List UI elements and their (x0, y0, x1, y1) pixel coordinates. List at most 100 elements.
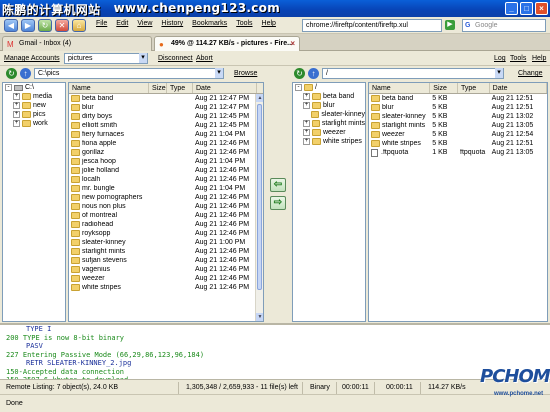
browse-button[interactable]: Browse (234, 70, 257, 77)
table-row[interactable]: sufjan stevens Aug 21 12:46 PM (69, 256, 263, 265)
table-row[interactable]: white stripes Aug 21 12:46 PM (69, 283, 263, 292)
remote-tree-node[interactable]: + beta band (293, 92, 365, 101)
abort-button[interactable]: Abort (196, 55, 213, 62)
col-size[interactable]: Size (149, 83, 167, 93)
collapse-icon[interactable]: - (295, 84, 302, 91)
table-row[interactable]: nous non plus Aug 21 12:46 PM (69, 202, 263, 211)
expand-icon[interactable]: + (303, 138, 310, 145)
expand-icon[interactable]: + (303, 120, 310, 127)
forward-icon[interactable]: ▶ (21, 19, 35, 32)
download-arrow-button[interactable]: ⇦ (270, 178, 286, 192)
expand-icon[interactable]: + (303, 93, 310, 100)
log-button[interactable]: Log (494, 55, 506, 62)
remote-path-input[interactable]: / (322, 68, 504, 79)
go-icon[interactable]: ▶ (445, 20, 455, 30)
menu-view[interactable]: View (137, 20, 152, 27)
menu-bookmarks[interactable]: Bookmarks (192, 20, 227, 27)
col-name[interactable]: Name (369, 83, 431, 93)
upload-arrow-button[interactable]: ⇨ (270, 196, 286, 210)
account-select[interactable]: pictures (64, 53, 148, 64)
col-size[interactable]: Size (430, 83, 458, 93)
change-button[interactable]: Change (518, 70, 543, 77)
table-row[interactable]: elliott smith Aug 21 12:45 PM (69, 121, 263, 130)
remote-folder-tree[interactable]: - / + beta band + blur sleater-kinney + starligh… (292, 82, 366, 322)
tab-gmail[interactable]: M Gmail - Inbox (4) (2, 36, 152, 51)
remote-tree-node[interactable]: + blur (293, 101, 365, 110)
url-bar[interactable]: chrome://fireftp/content/fireftp.xul (302, 19, 442, 32)
local-tree-node[interactable]: + work (3, 119, 65, 128)
local-parent-icon[interactable]: ↑ (20, 68, 31, 79)
menu-history[interactable]: History (161, 20, 183, 27)
search-input[interactable]: G Google (462, 19, 546, 32)
local-refresh-icon[interactable]: ↻ (6, 68, 17, 79)
table-row[interactable]: gorillaz Aug 21 12:46 PM (69, 148, 263, 157)
table-row[interactable]: blur Aug 21 12:47 PM (69, 103, 263, 112)
menu-help[interactable]: Help (262, 20, 276, 27)
scroll-up-icon[interactable]: ▲ (256, 94, 263, 102)
remote-tree-node[interactable]: sleater-kinney (293, 110, 365, 119)
menu-tools[interactable]: Tools (236, 20, 252, 27)
table-row[interactable]: fiery furnaces Aug 21 1:04 PM (69, 130, 263, 139)
remote-tree-node[interactable]: - / (293, 83, 365, 92)
scroll-thumb[interactable] (257, 104, 262, 290)
home-icon[interactable]: ⌂ (72, 19, 86, 32)
expand-icon[interactable]: + (13, 111, 20, 118)
expand-icon[interactable]: + (13, 120, 20, 127)
scroll-down-icon[interactable]: ▼ (256, 313, 263, 321)
table-row[interactable]: blur 5 KB Aug 21 12:51 (369, 103, 547, 112)
remote-parent-icon[interactable]: ↑ (308, 68, 319, 79)
local-path-input[interactable]: C:\pics (34, 68, 224, 79)
maximize-button[interactable]: □ (520, 2, 533, 15)
local-tree-node[interactable]: + media (3, 92, 65, 101)
local-file-list[interactable]: Name Size Type Date beta band Aug 21 12:4… (68, 82, 264, 322)
tab-fireftp[interactable]: ● 49% @ 114.27 KB/s - pictures - Fire...… (154, 36, 300, 51)
tools-button[interactable]: Tools (510, 55, 526, 62)
expand-icon[interactable]: + (13, 102, 20, 109)
stop-icon[interactable]: ✕ (55, 19, 69, 32)
table-row[interactable]: starlight mints Aug 21 12:46 PM (69, 247, 263, 256)
expand-icon[interactable]: + (303, 102, 310, 109)
local-tree-node[interactable]: + pics (3, 110, 65, 119)
manage-accounts-link[interactable]: Manage Accounts (4, 55, 60, 62)
tab-close-icon[interactable]: × (290, 39, 295, 48)
table-row[interactable]: weezer Aug 21 12:46 PM (69, 274, 263, 283)
table-row[interactable]: beta band Aug 21 12:47 PM (69, 94, 263, 103)
minimize-button[interactable]: _ (505, 2, 518, 15)
table-row[interactable]: fiona apple Aug 21 12:46 PM (69, 139, 263, 148)
remote-file-list[interactable]: Name Size Type Date beta band 5 KB Aug 21 … (368, 82, 548, 322)
remote-tree-node[interactable]: + white stripes (293, 137, 365, 146)
col-type[interactable]: Type (167, 83, 193, 93)
local-scrollbar[interactable]: ▲ ▼ (255, 94, 263, 321)
col-name[interactable]: Name (69, 83, 149, 93)
table-row[interactable]: sleater-kinney 5 KB Aug 21 13:02 (369, 112, 547, 121)
menu-file[interactable]: File (96, 20, 107, 27)
back-icon[interactable]: ◀ (4, 19, 18, 32)
col-type[interactable]: Type (458, 83, 490, 93)
expand-icon[interactable] (303, 111, 310, 118)
table-row[interactable]: dirty boys Aug 21 12:45 PM (69, 112, 263, 121)
col-date[interactable]: Date (490, 83, 547, 93)
table-row[interactable]: .ftpquota 1 KB ftpquota Aug 21 13:05 (369, 148, 547, 157)
table-row[interactable]: new pornographers Aug 21 12:46 PM (69, 193, 263, 202)
table-row[interactable]: vagenius Aug 21 12:46 PM (69, 265, 263, 274)
close-button[interactable]: × (535, 2, 548, 15)
table-row[interactable]: jesca hoop Aug 21 1:04 PM (69, 157, 263, 166)
expand-icon[interactable]: + (303, 129, 310, 136)
table-row[interactable]: royksopp Aug 21 12:46 PM (69, 229, 263, 238)
ftp-log[interactable]: TYPE I 200 TYPE is now 8-bit binary PASV 22… (0, 323, 550, 380)
remote-tree-node[interactable]: + weezer (293, 128, 365, 137)
local-tree-node[interactable]: - C:\ (3, 83, 65, 92)
table-row[interactable]: sleater-kinney Aug 21 1:00 PM (69, 238, 263, 247)
menu-edit[interactable]: Edit (116, 20, 128, 27)
table-row[interactable]: localh Aug 21 12:46 PM (69, 175, 263, 184)
table-row[interactable]: starlight mints 5 KB Aug 21 13:05 (369, 121, 547, 130)
table-row[interactable]: radiohead Aug 21 12:46 PM (69, 220, 263, 229)
collapse-icon[interactable]: - (5, 84, 12, 91)
table-row[interactable]: mr. bungle Aug 21 1:04 PM (69, 184, 263, 193)
col-date[interactable]: Date (193, 83, 257, 93)
remote-tree-node[interactable]: + starlight mints (293, 119, 365, 128)
help-button[interactable]: Help (532, 55, 546, 62)
table-row[interactable]: jolie holland Aug 21 12:46 PM (69, 166, 263, 175)
remote-refresh-icon[interactable]: ↻ (294, 68, 305, 79)
expand-icon[interactable]: + (13, 93, 20, 100)
